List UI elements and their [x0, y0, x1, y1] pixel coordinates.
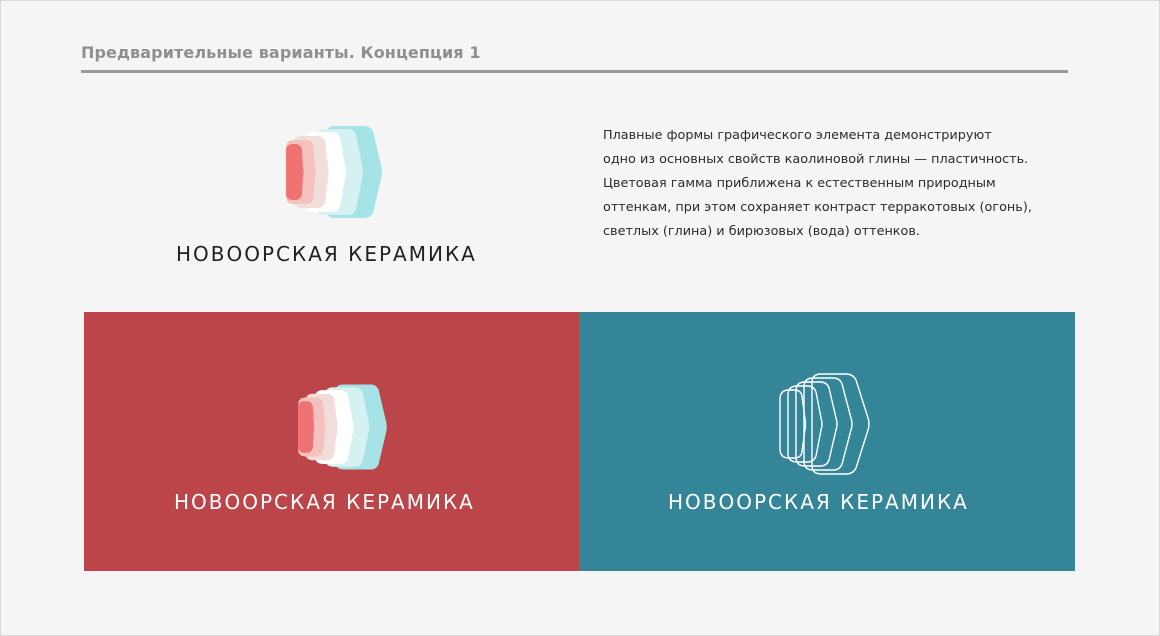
brand-wordmark-light: НОВООРСКАЯ КЕРАМИКА [668, 490, 969, 514]
brand-wordmark-light: НОВООРСКАЯ КЕРАМИКА [174, 490, 475, 514]
description-line: оттенкам, при этом сохраняет контраст те… [603, 200, 1032, 215]
description-line: светлых (глина) и бирюзовых (вода) оттен… [603, 224, 920, 239]
description-line: Цветовая гамма приближена к естественным… [603, 176, 996, 191]
hexagon-outline-logo-icon [779, 373, 870, 475]
teal-panel: НОВООРСКАЯ КЕРАМИКА [579, 312, 1075, 571]
description-line: одно из основных свойств каолиновой глин… [603, 152, 1029, 167]
hexagon-logo-icon [298, 384, 387, 470]
concept-description: Плавные формы графического элемента демо… [603, 124, 1053, 244]
description-line: Плавные формы графического элемента демо… [603, 128, 992, 143]
brand-wordmark: НОВООРСКАЯ КЕРАМИКА [176, 242, 477, 266]
title-divider [81, 70, 1068, 73]
hexagon-logo-icon [286, 126, 382, 218]
page-title: Предварительные варианты. Концепция 1 [81, 43, 481, 62]
terracotta-panel: НОВООРСКАЯ КЕРАМИКА [84, 312, 579, 571]
